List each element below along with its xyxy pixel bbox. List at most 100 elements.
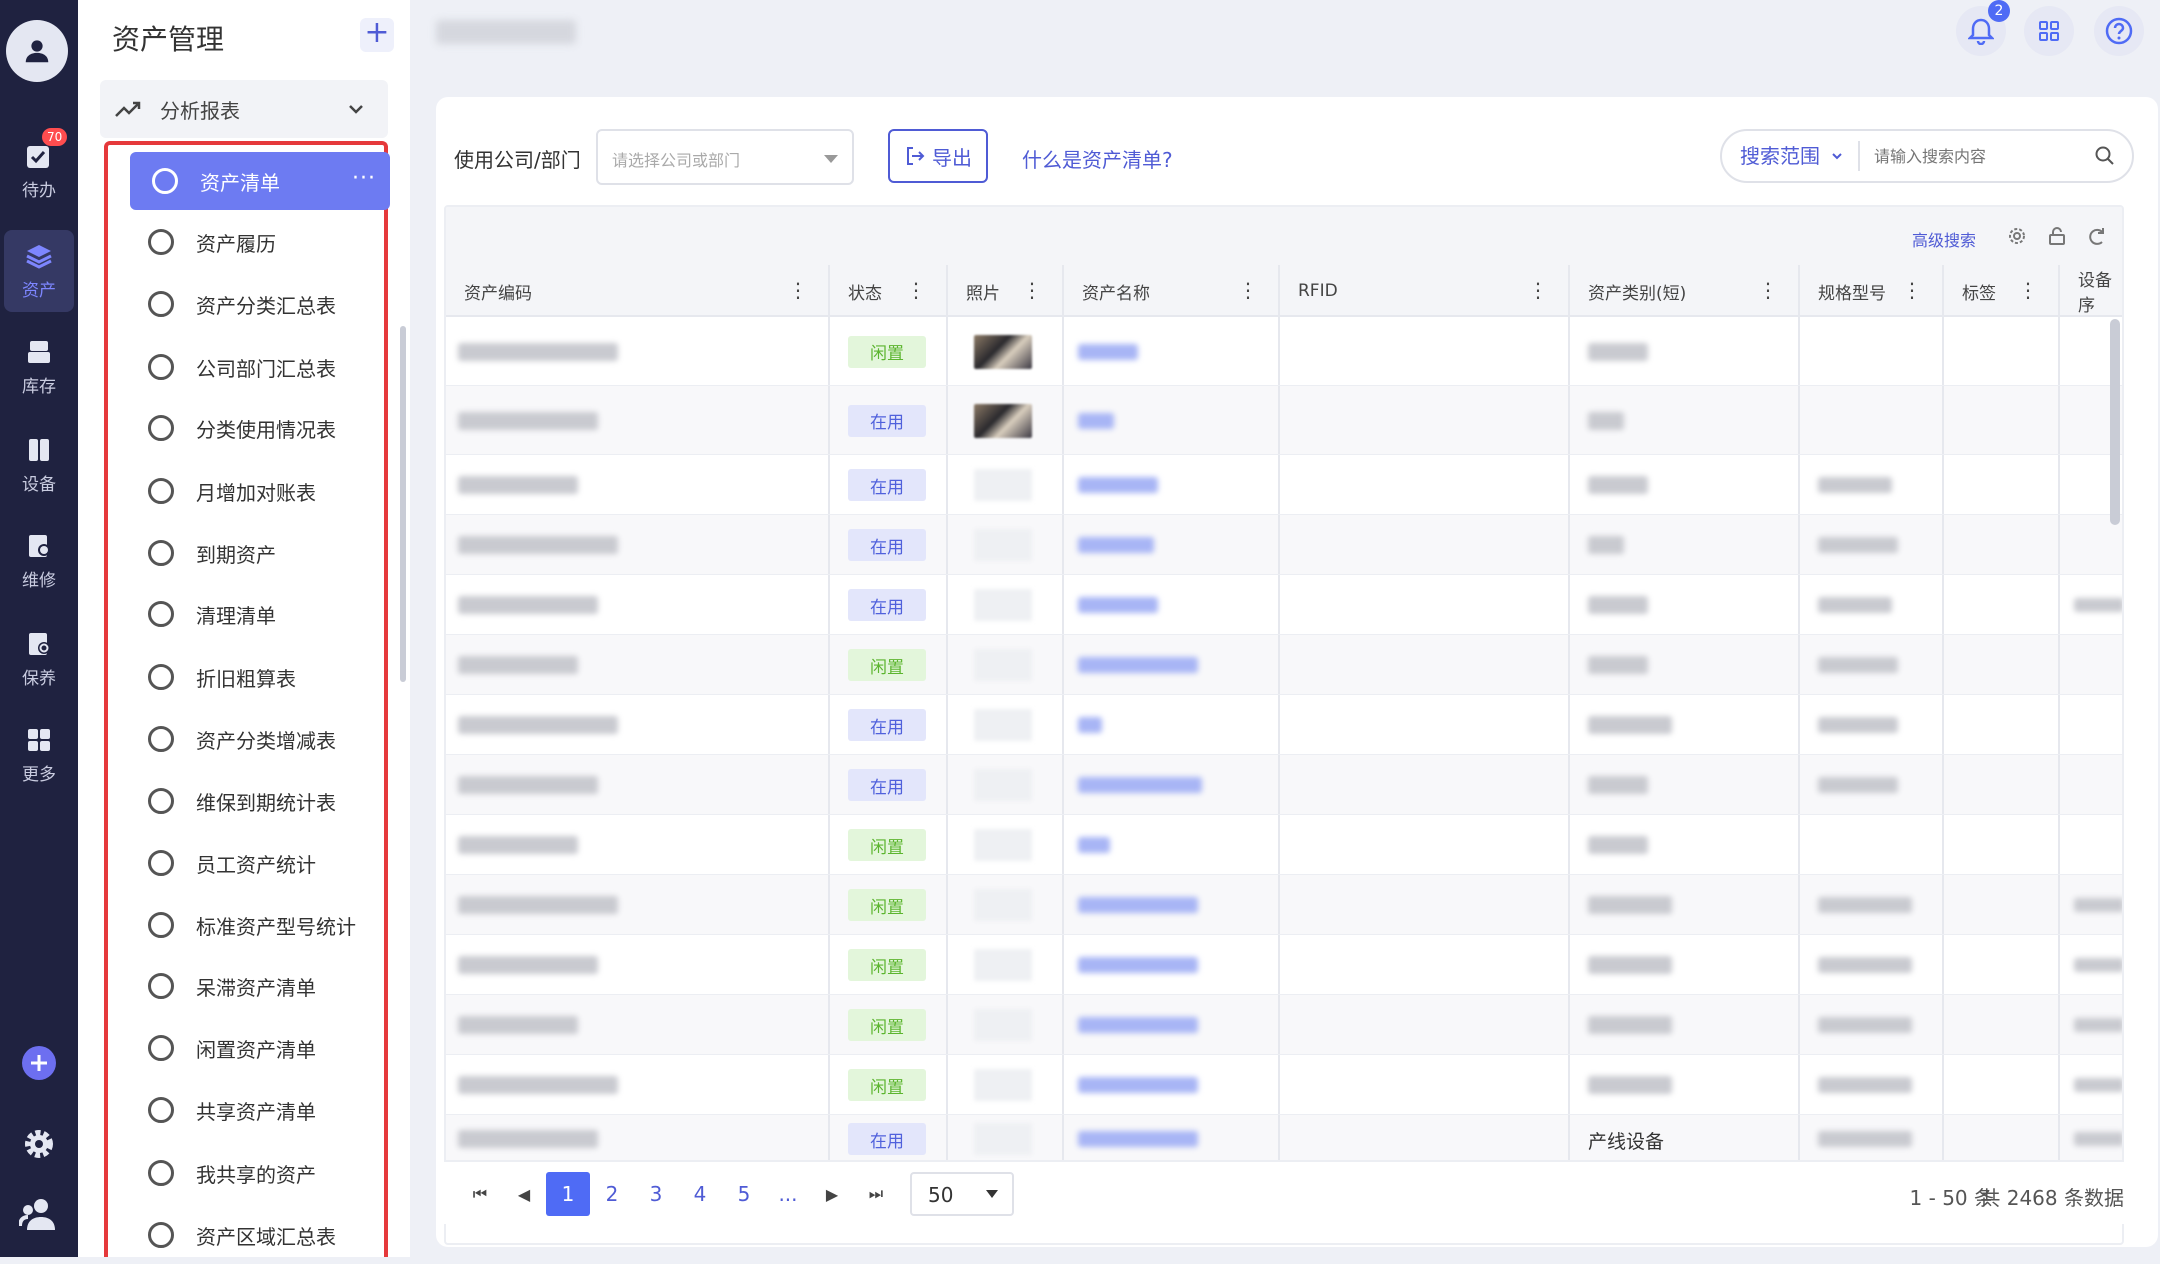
column-header[interactable]: 资产编码 ⋮ (446, 265, 830, 317)
page-button[interactable]: 3 (634, 1172, 678, 1216)
column-menu-icon[interactable]: ⋮ (2018, 280, 2038, 300)
table-cell (446, 1055, 830, 1114)
more-options-icon[interactable]: ··· (352, 166, 376, 191)
report-item[interactable]: 资产分类汇总表 (108, 275, 384, 333)
nav-item-maintenance[interactable]: 保养 (0, 618, 78, 700)
nav-item-more[interactable]: 更多 (0, 714, 78, 796)
report-item[interactable]: 折旧粗算表 (108, 648, 384, 706)
page-ellipsis[interactable]: ... (766, 1172, 810, 1216)
page-size-select[interactable]: 50 (910, 1172, 1014, 1216)
column-header[interactable]: 资产类别(短) ⋮ (1570, 265, 1800, 317)
report-item-label: 到期资产 (196, 542, 276, 567)
table-row[interactable]: 闲置 (446, 317, 2122, 386)
settings-button[interactable] (0, 1126, 78, 1162)
report-item[interactable]: 员工资产统计 (108, 834, 384, 892)
report-item[interactable]: 分类使用情况表 (108, 399, 384, 457)
help-button[interactable] (2094, 6, 2144, 56)
company-select[interactable]: 请选择公司或部门 (596, 129, 854, 185)
report-item[interactable]: 我共享的资产 (108, 1144, 384, 1202)
table-row[interactable]: 闲置 (446, 935, 2122, 995)
table-cell (2060, 875, 2122, 934)
report-item[interactable]: 资产区域汇总表 (108, 1206, 384, 1264)
add-app-button[interactable] (0, 1045, 78, 1081)
table-row[interactable]: 在用 (446, 386, 2122, 455)
asset-photo-thumbnail[interactable] (974, 334, 1032, 369)
column-menu-icon[interactable]: ⋮ (906, 280, 926, 300)
lock-icon[interactable] (2046, 225, 2068, 247)
table-row[interactable]: 闲置 (446, 1055, 2122, 1115)
asset-photo-thumbnail[interactable] (974, 403, 1032, 438)
nav-item-assets[interactable]: 资产 (4, 230, 74, 312)
page-button[interactable]: 4 (678, 1172, 722, 1216)
sidebar-scrollbar[interactable] (400, 326, 406, 682)
team-button[interactable] (0, 1196, 78, 1232)
table-row[interactable]: 闲置 (446, 635, 2122, 695)
column-header[interactable]: 状态 ⋮ (830, 265, 948, 317)
report-item[interactable]: 资产分类增减表 (108, 710, 384, 768)
report-item[interactable]: 月增加对账表 (108, 462, 384, 520)
report-item[interactable]: 维保到期统计表 (108, 772, 384, 830)
report-group-header[interactable]: 分析报表 (100, 80, 388, 138)
search-icon[interactable] (2094, 145, 2116, 167)
refresh-icon[interactable] (2086, 225, 2108, 247)
table-row[interactable]: 闲置 (446, 875, 2122, 935)
report-group-label: 分析报表 (160, 98, 240, 123)
search-scope-dropdown[interactable]: 搜索范围 (1722, 141, 1860, 171)
column-menu-icon[interactable]: ⋮ (1902, 280, 1922, 300)
report-item[interactable]: 公司部门汇总表 (108, 338, 384, 396)
table-cell (1280, 755, 1570, 814)
column-header[interactable]: 规格型号 ⋮ (1800, 265, 1944, 317)
search-scope-label: 搜索范围 (1740, 144, 1820, 168)
report-item[interactable]: 闲置资产清单 (108, 1019, 384, 1077)
table-row[interactable]: 在用 产线设备 (446, 1115, 2122, 1163)
column-header[interactable]: 标签 ⋮ (1944, 265, 2060, 317)
column-menu-icon[interactable]: ⋮ (1022, 280, 1042, 300)
report-item[interactable]: 到期资产 (108, 524, 384, 582)
nav-item-device[interactable]: 设备 (0, 424, 78, 506)
column-header[interactable]: RFID ⋮ (1280, 265, 1570, 317)
help-link[interactable]: 什么是资产清单? (1022, 144, 1173, 173)
column-menu-icon[interactable]: ⋮ (1528, 280, 1548, 300)
page-button[interactable]: 2 (590, 1172, 634, 1216)
notification-button[interactable]: 2 (1956, 0, 2010, 56)
first-page-button[interactable]: ⏮ (458, 1172, 502, 1216)
redacted-value (458, 411, 598, 430)
nav-item-todo[interactable]: 70 待办 (0, 127, 78, 212)
export-button[interactable]: 导出 (888, 129, 988, 183)
column-header[interactable]: 设备序 (2060, 265, 2122, 317)
gear-icon[interactable] (2006, 225, 2028, 247)
column-menu-icon[interactable]: ⋮ (1758, 280, 1778, 300)
report-item[interactable]: 标准资产型号统计 (108, 896, 384, 954)
user-avatar[interactable] (6, 20, 68, 82)
advanced-search-link[interactable]: 高级搜索 (1912, 227, 1976, 251)
next-page-button[interactable]: ▶ (810, 1172, 854, 1216)
column-menu-icon[interactable]: ⋮ (788, 280, 808, 300)
column-header[interactable]: 照片 ⋮ (948, 265, 1064, 317)
add-report-button[interactable]: + (360, 18, 394, 52)
report-item[interactable]: 资产履历 (108, 213, 384, 271)
report-item[interactable]: 共享资产清单 (108, 1081, 384, 1139)
table-vertical-scrollbar[interactable] (2110, 319, 2120, 525)
prev-page-button[interactable]: ◀ (502, 1172, 546, 1216)
nav-item-inventory[interactable]: 库存 (0, 326, 78, 408)
table-row[interactable]: 在用 (446, 515, 2122, 575)
report-item[interactable]: 资产清单 ··· (130, 152, 390, 210)
page-button[interactable]: 1 (546, 1172, 590, 1216)
table-row[interactable]: 在用 (446, 455, 2122, 515)
nav-item-repair[interactable]: 维修 (0, 520, 78, 602)
table-row[interactable]: 闲置 (446, 815, 2122, 875)
column-menu-icon[interactable]: ⋮ (1238, 280, 1258, 300)
table-row[interactable]: 在用 (446, 695, 2122, 755)
table-row[interactable]: 在用 (446, 755, 2122, 815)
report-item[interactable]: 清理清单 (108, 585, 384, 643)
search-input[interactable] (1860, 146, 2080, 166)
table-cell (1570, 515, 1800, 574)
table-row[interactable]: 闲置 (446, 995, 2122, 1055)
apps-button[interactable] (2024, 6, 2074, 56)
column-header[interactable]: 资产名称 ⋮ (1064, 265, 1280, 317)
last-page-button[interactable]: ⏭ (854, 1172, 898, 1216)
table-row[interactable]: 在用 (446, 575, 2122, 635)
report-item[interactable]: 呆滞资产清单 (108, 957, 384, 1015)
column-title: 标签 (1962, 283, 1996, 304)
page-button[interactable]: 5 (722, 1172, 766, 1216)
